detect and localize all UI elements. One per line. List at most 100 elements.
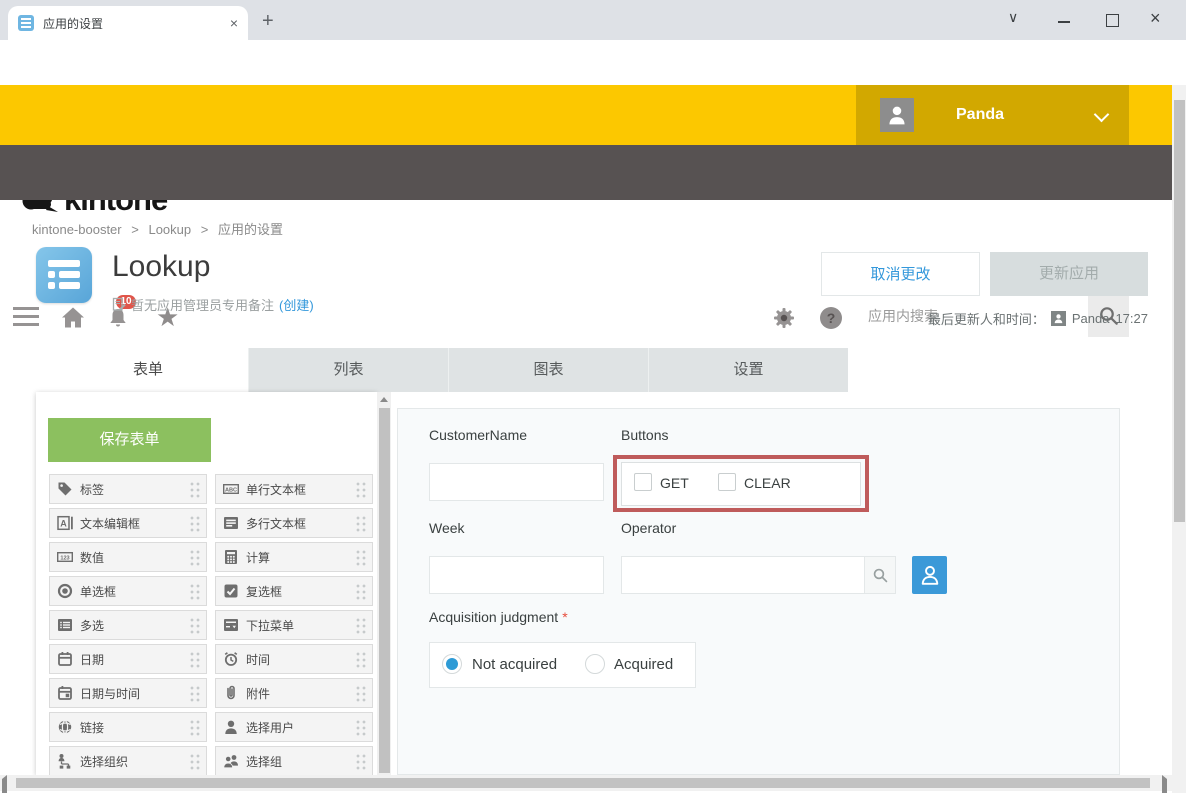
paperclip-icon [223,685,239,701]
radio-acquired[interactable] [585,654,605,674]
palette-item-label: 多行文本框 [246,515,306,532]
window-maximize-button[interactable] [1106,14,1119,27]
drag-handle-icon [355,685,367,702]
browser-scrollbar-thumb[interactable] [1174,100,1185,522]
palette-item-date[interactable]: 日期 [49,644,207,674]
palette-item-tag[interactable]: 标签 [49,474,207,504]
cancel-changes-button[interactable]: 取消更改 [821,252,980,296]
palette-item-number[interactable]: 123 数值 [49,542,207,572]
svg-text:A: A [60,518,67,528]
last-updated-time: 17:27 [1115,311,1148,326]
palette-item-label: 多选 [80,617,104,634]
palette-item-label: 附件 [246,685,270,702]
palette-item-group-select[interactable]: 选择组 [215,746,373,775]
window-close-button[interactable]: × [1150,8,1161,29]
rich-text-icon: A [57,515,73,531]
get-checkbox[interactable] [634,473,652,491]
palette-item-user-select[interactable]: 选择用户 [215,712,373,742]
breadcrumb-separator: > [201,222,209,237]
user-menu[interactable]: Panda [856,85,1129,145]
checkbox-icon [223,583,239,599]
home-icon[interactable] [60,305,86,330]
breadcrumb-separator: > [131,222,139,237]
palette-item-checkbox[interactable]: 复选框 [215,576,373,606]
new-tab-button[interactable]: + [262,10,274,33]
multi-line-text-icon [223,515,239,531]
gear-icon[interactable] [773,307,795,329]
palette-item-attachment[interactable]: 附件 [215,678,373,708]
tab-close-icon[interactable]: × [230,15,238,31]
palette-item-label: 选择用户 [246,719,294,736]
window-minimize-button[interactable] [1058,21,1070,23]
palette-scroll-up-arrow[interactable] [377,392,391,406]
update-app-button[interactable]: 更新应用 [990,252,1148,296]
palette-item-multi-choice[interactable]: 多选 [49,610,207,640]
org-select-icon [57,753,73,769]
palette-item-label: 链接 [80,719,104,736]
person-icon [886,104,908,126]
clock-icon [223,651,239,667]
palette-item-datetime[interactable]: 日期与时间 [49,678,207,708]
palette-item-label: 标签 [80,481,104,498]
clear-checkbox[interactable] [718,473,736,491]
drag-handle-icon [189,515,201,532]
tab-list[interactable]: 列表 [248,348,448,392]
person-icon [1053,313,1064,324]
drag-handle-icon [189,481,201,498]
palette-scrollbar-thumb[interactable] [379,408,390,773]
week-input[interactable] [429,556,604,594]
select-user-button[interactable] [912,556,947,594]
user-select-icon [223,719,239,735]
scroll-right-arrow[interactable] [1162,779,1167,793]
settings-tabs: 表单 列表 图表 设置 [48,348,848,392]
palette-item-dropdown[interactable]: 下拉菜单 [215,610,373,640]
tab-search-chevron-icon[interactable]: ∨ [1008,9,1018,26]
tag-icon [57,481,73,497]
palette-grid: 标签 ABC 单行文本框 A 文本编辑框 [49,474,373,775]
acquisition-label-text: Acquisition judgment [429,609,558,625]
palette-item-org-select[interactable]: 选择组织 [49,746,207,775]
chevron-down-icon [1094,107,1110,123]
tab-form[interactable]: 表单 [48,348,248,392]
save-form-button[interactable]: 保存表单 [48,418,211,462]
group-select-icon [223,753,239,769]
drag-handle-icon [189,583,201,600]
radio-not-acquired-label: Not acquired [472,656,557,673]
number-123-icon: 123 [57,549,73,565]
drag-handle-icon [355,651,367,668]
radio-not-acquired[interactable] [442,654,462,674]
app-icon [36,247,92,303]
scroll-left-arrow[interactable] [2,779,7,793]
note-text: 暂无应用管理员专用备注 [131,295,274,314]
field-label-customer-name: CustomerName [429,427,527,443]
note-create-link[interactable]: (创建) [279,295,314,314]
note-icon [112,297,126,312]
operator-search-button[interactable] [864,557,895,593]
scrollbar-corner [1172,775,1186,793]
breadcrumb-app[interactable]: Lookup [148,222,191,237]
palette-item-radio-button[interactable]: 单选框 [49,576,207,606]
palette-item-time[interactable]: 时间 [215,644,373,674]
palette-item-link[interactable]: 链接 [49,712,207,742]
palette-item-calculated[interactable]: 计算 [215,542,373,572]
customer-name-input[interactable] [429,463,604,501]
operator-input[interactable] [621,556,896,594]
palette-item-label: 日期与时间 [80,685,140,702]
tab-settings[interactable]: 设置 [648,348,848,392]
hamburger-menu-icon[interactable] [13,307,39,331]
palette-item-single-line-text[interactable]: ABC 单行文本框 [215,474,373,504]
calendar-time-icon [57,685,73,701]
horizontal-scrollbar-thumb[interactable] [16,778,1150,788]
palette-item-label: 单选框 [80,583,116,600]
drag-handle-icon [189,753,201,770]
palette-item-label: 选择组 [246,753,282,770]
palette-item-multi-line-text[interactable]: 多行文本框 [215,508,373,538]
palette-item-rich-text[interactable]: A 文本编辑框 [49,508,207,538]
breadcrumb-space[interactable]: kintone-booster [32,222,122,237]
help-icon[interactable]: ? [820,307,842,329]
browser-tab[interactable]: 应用的设置 × [8,6,248,40]
breadcrumb: kintone-booster > Lookup > 应用的设置 [32,219,289,238]
buttons-field-box [621,462,861,506]
palette-item-label: 选择组织 [80,753,128,770]
tab-chart[interactable]: 图表 [448,348,648,392]
